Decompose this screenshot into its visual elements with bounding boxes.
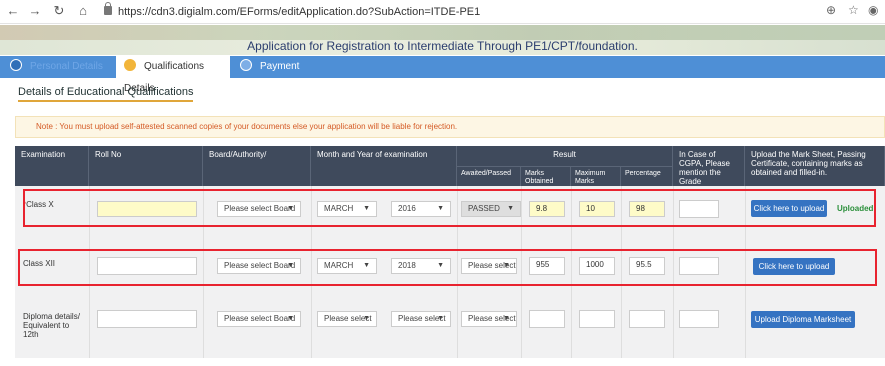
- upload-note: Note : You must upload self-attested sca…: [15, 116, 885, 138]
- section-title: Details of Educational Qualifications: [18, 86, 194, 102]
- max-marks-input[interactable]: [579, 310, 615, 328]
- upload-diploma-button[interactable]: Upload Diploma Marksheet: [751, 311, 855, 328]
- tab-qualifications-details[interactable]: Qualifications Details: [116, 56, 230, 94]
- col-examination: Examination: [15, 146, 89, 186]
- home-icon[interactable]: ⌂: [74, 3, 92, 18]
- col-board: Board/Authority/: [203, 146, 311, 186]
- highlight-class-x: [23, 189, 876, 227]
- banner-decoration: [0, 25, 885, 40]
- roll-no-input[interactable]: [97, 310, 197, 328]
- col-result: Result: [457, 146, 673, 166]
- row-label-diploma: Diploma details/ Equivalent to 12th: [23, 312, 80, 339]
- chevron-down-icon: ▼: [287, 315, 294, 322]
- board-select[interactable]: Please select Board ▼: [217, 311, 301, 327]
- year-select[interactable]: Please select ▼: [391, 311, 451, 327]
- col-percentage: Percentage: [621, 166, 673, 186]
- back-icon[interactable]: ←: [4, 3, 22, 18]
- highlight-class-xii: [18, 249, 877, 286]
- col-marks-obtained: Marks Obtained: [521, 166, 571, 186]
- chevron-down-icon: ▼: [437, 315, 444, 322]
- address-bar[interactable]: https://cdn3.digialm.com/EForms/editAppl…: [118, 3, 480, 21]
- tab-payment-details[interactable]: Payment Details: [236, 56, 326, 94]
- browser-toolbar: ← → ↻ ⌂ https://cdn3.digialm.com/EForms/…: [0, 0, 885, 24]
- tab-label: Personal Details: [30, 61, 103, 72]
- col-max-marks: Maximum Marks: [571, 166, 621, 186]
- percentage-input[interactable]: [629, 310, 665, 328]
- payment-icon: [240, 59, 252, 72]
- bookmark-star-icon[interactable]: ☆: [848, 3, 859, 17]
- tab-personal-details[interactable]: Personal Details: [4, 56, 112, 78]
- grade-input[interactable]: [679, 310, 719, 328]
- extension-icon[interactable]: ◉: [868, 3, 878, 17]
- col-cgpa: In Case of CGPA, Please mention the Grad…: [673, 146, 745, 186]
- col-upload: Upload the Mark Sheet, Passing Certifica…: [745, 146, 885, 186]
- zoom-icon[interactable]: ⊕: [826, 3, 836, 17]
- chevron-down-icon: ▼: [503, 315, 510, 322]
- personal-icon: [10, 59, 22, 72]
- tab-bar: Personal Details Qualifications Details …: [0, 56, 885, 94]
- qualifications-icon: [124, 59, 136, 72]
- status-select[interactable]: Please select ▼: [461, 311, 517, 327]
- col-awaited: Awaited/Passed: [457, 166, 521, 186]
- forward-icon[interactable]: →: [26, 3, 44, 18]
- marks-obtained-input[interactable]: [529, 310, 565, 328]
- chevron-down-icon: ▼: [363, 315, 370, 322]
- month-select[interactable]: Please select ▼: [317, 311, 377, 327]
- col-month-year: Month and Year of examination: [311, 146, 457, 186]
- page-title: Application for Registration to Intermed…: [247, 39, 638, 53]
- reload-icon[interactable]: ↻: [50, 3, 68, 19]
- lock-icon: [104, 2, 112, 15]
- col-roll-no: Roll No: [89, 146, 203, 186]
